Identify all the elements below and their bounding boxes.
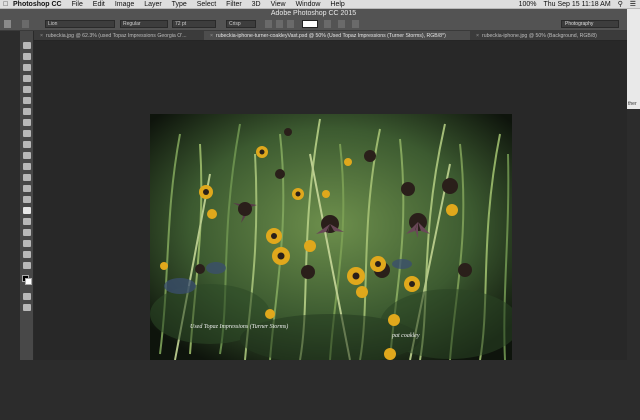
hand-tool-icon[interactable] <box>23 240 31 247</box>
character-panel-icon[interactable] <box>338 20 345 28</box>
antialias-select[interactable]: Crisp <box>226 20 256 28</box>
eraser-tool-icon[interactable] <box>23 152 31 159</box>
history-brush-tool-icon[interactable] <box>23 141 31 148</box>
quick-mask-icon[interactable] <box>23 293 31 300</box>
move-tool-icon[interactable] <box>23 42 31 49</box>
type-tool-icon[interactable] <box>4 20 11 28</box>
pen-tool-icon[interactable] <box>23 196 31 203</box>
blur-tool-icon[interactable] <box>23 174 31 181</box>
battery-indicator[interactable]: 100% <box>519 1 537 8</box>
tab-rubeckia-jpg[interactable]: × rubeckia.jpg @ 62.3% (used Topaz Impres… <box>34 31 204 40</box>
zoom-tool-icon[interactable] <box>23 251 31 258</box>
tools-panel <box>20 31 34 360</box>
tab-rubeckia-iphone-jpg[interactable]: × rubeckia-iphone.jpg @ 50% (Background, … <box>470 31 627 40</box>
menu-list-icon[interactable]: ☰ <box>630 1 636 8</box>
shape-tool-icon[interactable] <box>23 229 31 236</box>
eyedropper-tool-icon[interactable] <box>23 97 31 104</box>
window-title: Adobe Photoshop CC 2015 <box>270 10 357 17</box>
text-color-swatch[interactable] <box>302 20 318 28</box>
menu-3d[interactable]: 3D <box>252 1 261 8</box>
align-center-icon[interactable] <box>276 20 283 28</box>
close-icon[interactable]: × <box>476 33 479 39</box>
window-gap <box>0 31 20 360</box>
screen-mode-icon[interactable] <box>23 304 31 311</box>
path-select-tool-icon[interactable] <box>23 218 31 225</box>
search-icon[interactable]: ⚲ <box>618 1 623 8</box>
background-color-swatch[interactable] <box>25 278 32 285</box>
orientation-toggle-icon[interactable] <box>22 20 29 28</box>
panel-dark-area <box>627 109 640 420</box>
menu-filter[interactable]: Filter <box>226 1 242 8</box>
gradient-tool-icon[interactable] <box>23 163 31 170</box>
crop-tool-icon[interactable] <box>23 86 31 93</box>
brush-tool-icon[interactable] <box>23 119 31 126</box>
lasso-tool-icon[interactable] <box>23 64 31 71</box>
marquee-tool-icon[interactable] <box>23 53 31 60</box>
tab-label: rubeckia-iphone.jpg @ 50% (Background, R… <box>482 33 597 39</box>
menu-type[interactable]: Type <box>172 1 187 8</box>
align-right-icon[interactable] <box>287 20 294 28</box>
mac-menubar:  Photoshop CC File Edit Image Layer Typ… <box>0 0 640 9</box>
healing-tool-icon[interactable] <box>23 108 31 115</box>
menu-window[interactable]: Window <box>296 1 321 8</box>
menu-image[interactable]: Image <box>115 1 134 8</box>
menu-help[interactable]: Help <box>330 1 344 8</box>
close-icon[interactable]: × <box>40 33 43 39</box>
menu-layer[interactable]: Layer <box>144 1 162 8</box>
tab-label: rubeckia.jpg @ 62.3% (used Topaz Impress… <box>46 33 187 39</box>
type-tool-icon[interactable] <box>23 207 31 214</box>
font-size-select[interactable]: 72 pt <box>172 20 216 28</box>
menu-edit[interactable]: Edit <box>93 1 105 8</box>
dodge-tool-icon[interactable] <box>23 185 31 192</box>
panel-partial-text: ther <box>628 101 637 107</box>
font-family-select[interactable]: Lion <box>45 20 115 28</box>
clock[interactable]: Thu Sep 15 11:18 AM <box>543 1 610 8</box>
document-canvas-image[interactable]: Used Topaz Impressions (Turner Storms) p… <box>150 114 512 360</box>
caption-right: pat coakley <box>392 333 420 339</box>
clone-stamp-tool-icon[interactable] <box>23 130 31 137</box>
menu-items: Photoshop CC File Edit Image Layer Type … <box>13 0 353 8</box>
menu-app[interactable]: Photoshop CC <box>13 1 62 8</box>
menu-view[interactable]: View <box>271 1 286 8</box>
caption-left: Used Topaz Impressions (Turner Storms) <box>190 324 289 330</box>
tab-label: rubeckia-iphone-turner-coakleyVast.psd @… <box>216 33 446 39</box>
warp-text-icon[interactable] <box>324 20 331 28</box>
align-left-icon[interactable] <box>265 20 272 28</box>
more-tools-icon[interactable] <box>23 262 31 269</box>
right-panel-edge: ther <box>627 9 640 420</box>
options-bar: Adobe Photoshop CC 2015 Lion Regular 72 … <box>0 9 627 31</box>
menu-select[interactable]: Select <box>197 1 216 8</box>
tab-rubeckia-psd[interactable]: × rubeckia-iphone-turner-coakleyVast.psd … <box>204 31 470 40</box>
status-area: 100% Thu Sep 15 11:18 AM ⚲ ☰ <box>514 0 636 8</box>
apple-menu-icon[interactable]:  <box>3 0 8 8</box>
menu-file[interactable]: File <box>72 1 83 8</box>
3d-icon[interactable] <box>352 20 359 28</box>
close-icon[interactable]: × <box>210 33 213 39</box>
document-tabs: × rubeckia.jpg @ 62.3% (used Topaz Impres… <box>34 31 627 41</box>
quick-select-tool-icon[interactable] <box>23 75 31 82</box>
workspace-select[interactable]: Photography <box>561 20 619 28</box>
font-style-select[interactable]: Regular <box>120 20 168 28</box>
